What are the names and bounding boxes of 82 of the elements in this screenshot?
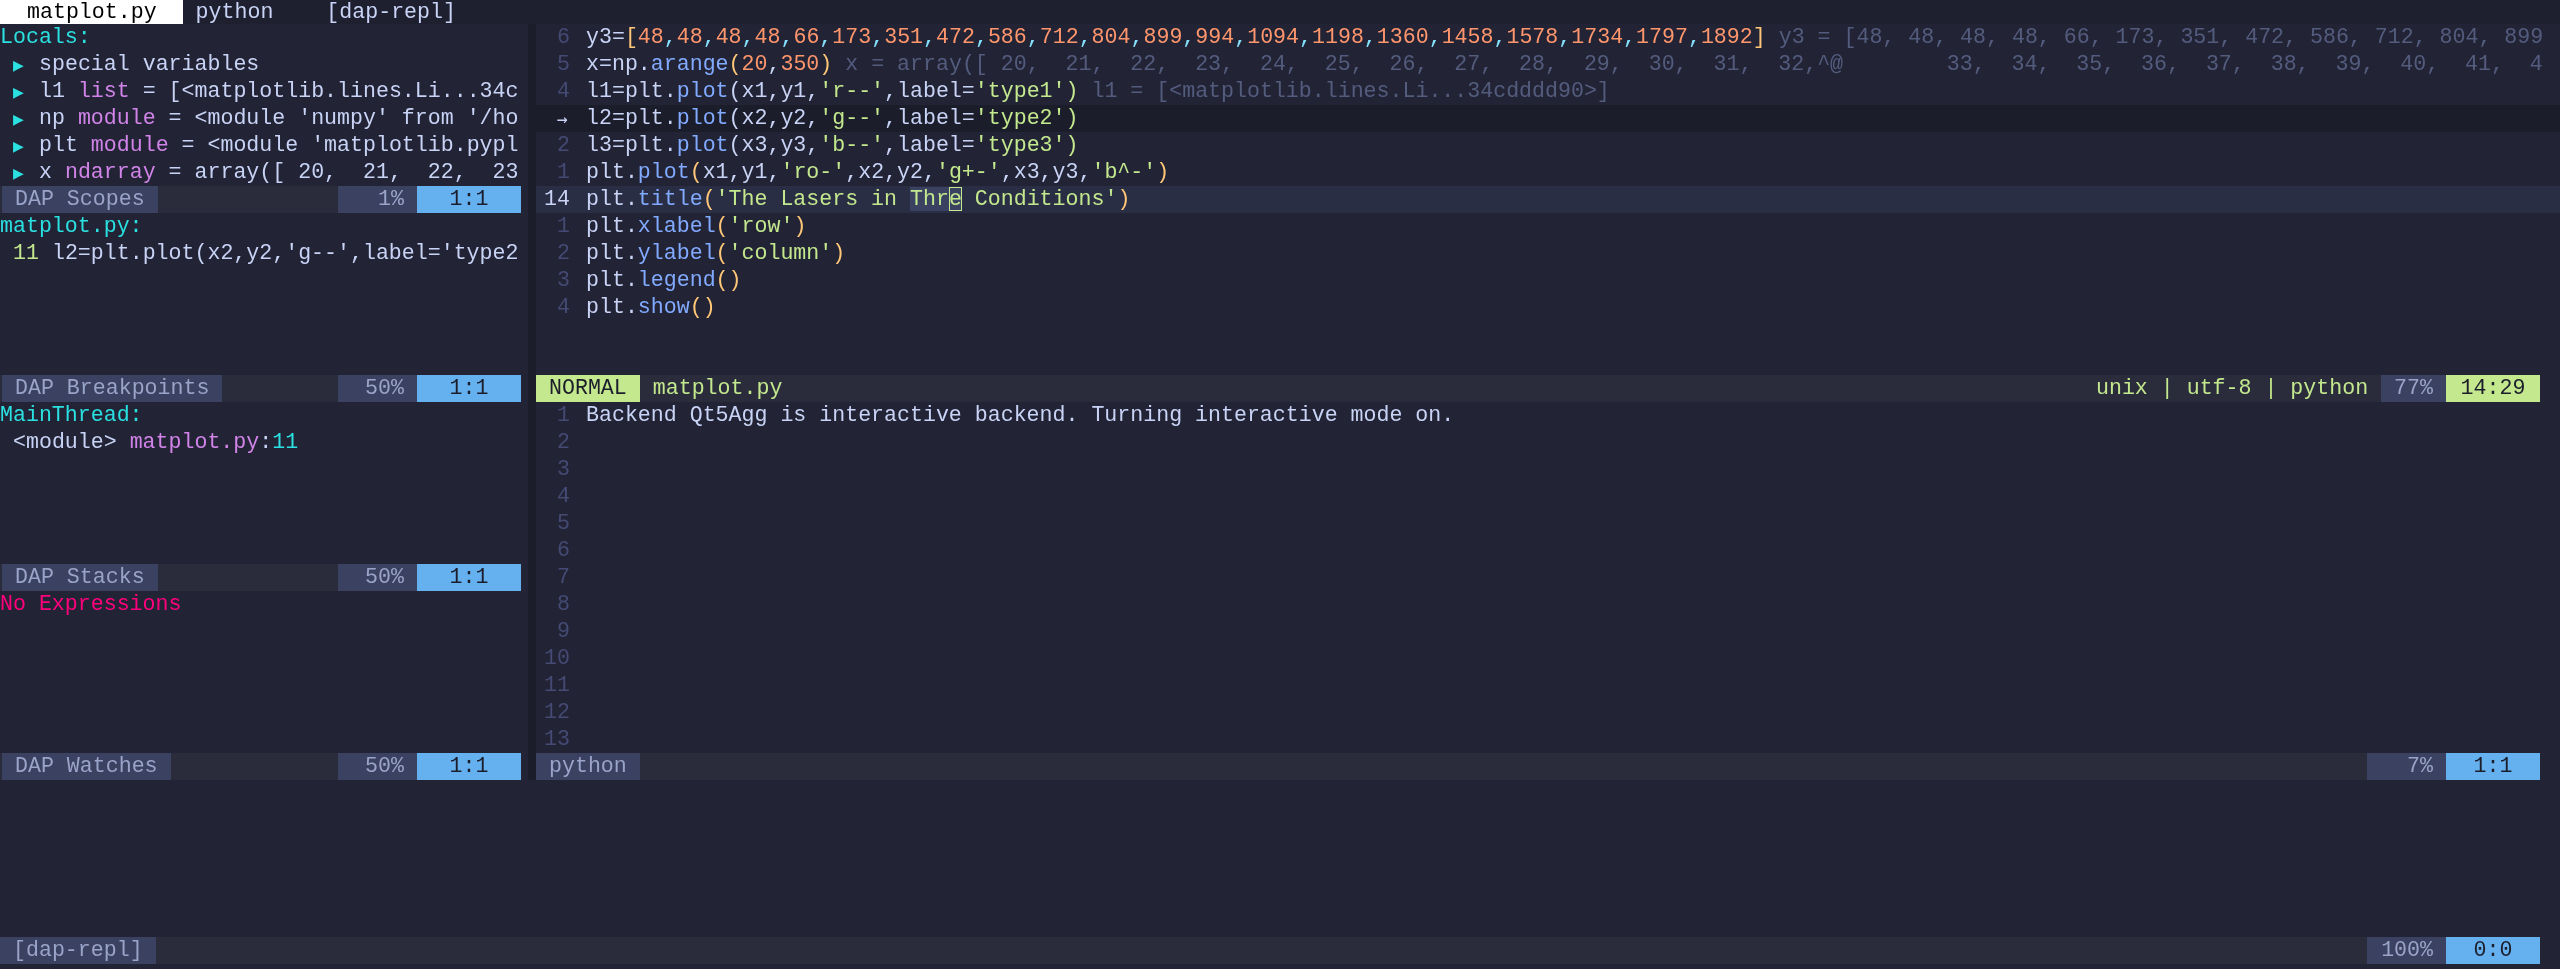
section-header: matplot.py: <box>0 213 144 240</box>
line-number: 2 <box>556 132 571 159</box>
variable-entry[interactable]: l1 list = [<matplotlib.lines.Li...34c <box>39 78 519 105</box>
code-text: plt.legend() <box>586 267 742 294</box>
line-number: 11 <box>543 672 571 699</box>
code-text: l2=plt.plot(x2,y2,'g--',label='type2') <box>586 105 1079 132</box>
scroll-percent: 50% <box>338 564 417 591</box>
inline-value: l1 = [<matplotlib.lines.Li...34cdddd90>] <box>1091 78 1610 105</box>
scroll-percent: 7% <box>2367 753 2446 780</box>
scroll-percent: 50% <box>338 753 417 780</box>
line-number: 12 <box>543 699 571 726</box>
scroll-percent: 77% <box>2381 375 2446 402</box>
line-number: 8 <box>556 591 571 618</box>
code-text: l1=plt.plot(x1,y1,'r--',label='type1') <box>586 78 1079 105</box>
line-number: 6 <box>556 537 571 564</box>
cursor-position: 1:1 <box>417 186 521 213</box>
buffer-name: [dap-repl] <box>0 937 156 964</box>
line-number: 1 <box>556 159 571 186</box>
expand-arrow-icon[interactable]: ▶ <box>13 78 39 105</box>
line-number: 2 <box>556 240 571 267</box>
line-number: 11 <box>13 240 40 267</box>
variable-group[interactable]: special variables <box>39 51 260 78</box>
tab[interactable]: python <box>182 0 314 24</box>
expand-arrow-icon[interactable]: ▶ <box>13 159 39 186</box>
panel-title: DAP Breakpoints <box>2 375 223 402</box>
expand-arrow-icon[interactable]: ▶ <box>13 105 39 132</box>
line-number: 1 <box>556 402 571 429</box>
cursor-position: 1:1 <box>417 564 521 591</box>
cursor-position: 14:29 <box>2446 375 2540 402</box>
code-text: plt.ylabel('column') <box>586 240 846 267</box>
tab[interactable]: [dap-repl] <box>313 0 496 24</box>
buffer-name: python <box>536 753 640 780</box>
output-text: Backend Qt5Agg is interactive backend. Turning interactive mode on. <box>586 402 1455 429</box>
panel-title: DAP Watches <box>2 753 171 780</box>
line-number: 1 <box>556 213 571 240</box>
line-number: 4 <box>556 483 571 510</box>
breakpoint-code[interactable]: l2=plt.plot(x2,y2,'g--',label='type2 <box>51 240 519 267</box>
variable-entry[interactable]: x ndarray = array([ 20, 21, 22, 23 <box>39 159 519 186</box>
scroll-percent: 1% <box>338 186 417 213</box>
current-line-arrow-icon: → <box>536 105 586 132</box>
line-number: 7 <box>556 564 571 591</box>
code-text: plt.plot(x1,y1,'ro-',x2,y2,'g+-',x3,y3,'b^-') <box>586 159 1170 186</box>
code-text: plt.xlabel('row') <box>586 213 807 240</box>
line-number: 3 <box>556 267 571 294</box>
line-number: 14 <box>543 186 571 213</box>
tab[interactable]: matplot.py <box>0 0 183 24</box>
inline-value: y3 = [48, 48, 48, 48, 66, 173, 351, 472, 586, 712, 804, 899 <box>1778 24 2544 51</box>
thread-name: MainThread: <box>0 402 144 429</box>
cursor-position: 0:0 <box>2446 937 2540 964</box>
line-number: 9 <box>556 618 571 645</box>
cursor-position: 1:1 <box>2446 753 2540 780</box>
line-number: 4 <box>556 294 571 321</box>
empty-message: No Expressions <box>0 591 183 618</box>
inline-value: x = array([ 20, 21, 22, 23, 24, 25, 26, 27, 28, 29, 30, 31, 32,^@ 33, 34, 35, 36, 37, 38, 39, 40, 41, 4 <box>845 51 2543 78</box>
line-number: 2 <box>556 429 571 456</box>
line-number: 13 <box>543 726 571 753</box>
variable-entry[interactable]: np module = <module 'numpy' from '/ho <box>39 105 519 132</box>
expand-arrow-icon[interactable]: ▶ <box>13 51 39 78</box>
scroll-percent: 50% <box>338 375 417 402</box>
line-number: 5 <box>556 51 571 78</box>
scroll-percent: 100% <box>2367 937 2446 964</box>
panel-title: DAP Scopes <box>2 186 158 213</box>
line-number: 10 <box>543 645 571 672</box>
file-info: unix | utf-8 | python <box>2095 375 2370 402</box>
cursor-position: 1:1 <box>417 375 521 402</box>
section-header: Locals: <box>0 24 92 51</box>
expand-arrow-icon[interactable]: ▶ <box>13 132 39 159</box>
line-number: 3 <box>556 456 571 483</box>
file-name: matplot.py <box>651 375 783 402</box>
variable-entry[interactable]: plt module = <module 'matplotlib.pypl <box>39 132 519 159</box>
cursor-position: 1:1 <box>417 753 521 780</box>
panel-title: DAP Stacks <box>2 564 158 591</box>
code-text: l3=plt.plot(x3,y3,'b--',label='type3') <box>586 132 1079 159</box>
line-number: 4 <box>556 78 571 105</box>
stack-frame[interactable]: <module> matplot.py:11 <box>0 429 528 456</box>
code-text: y3=[48,48,48,48,66,173,351,472,586,712,804,899,994,1094,1198,1360,1458,1578,1734,1797,1892] <box>586 24 1766 51</box>
line-number: 5 <box>556 510 571 537</box>
code-text: plt.show() <box>586 294 716 321</box>
code-text: x=np.arange(20,350) <box>586 51 833 78</box>
line-number: 6 <box>556 24 571 51</box>
code-text: plt.title('The Lasers in Thre Conditions') <box>586 186 1131 213</box>
mode-indicator: NORMAL <box>536 375 640 402</box>
